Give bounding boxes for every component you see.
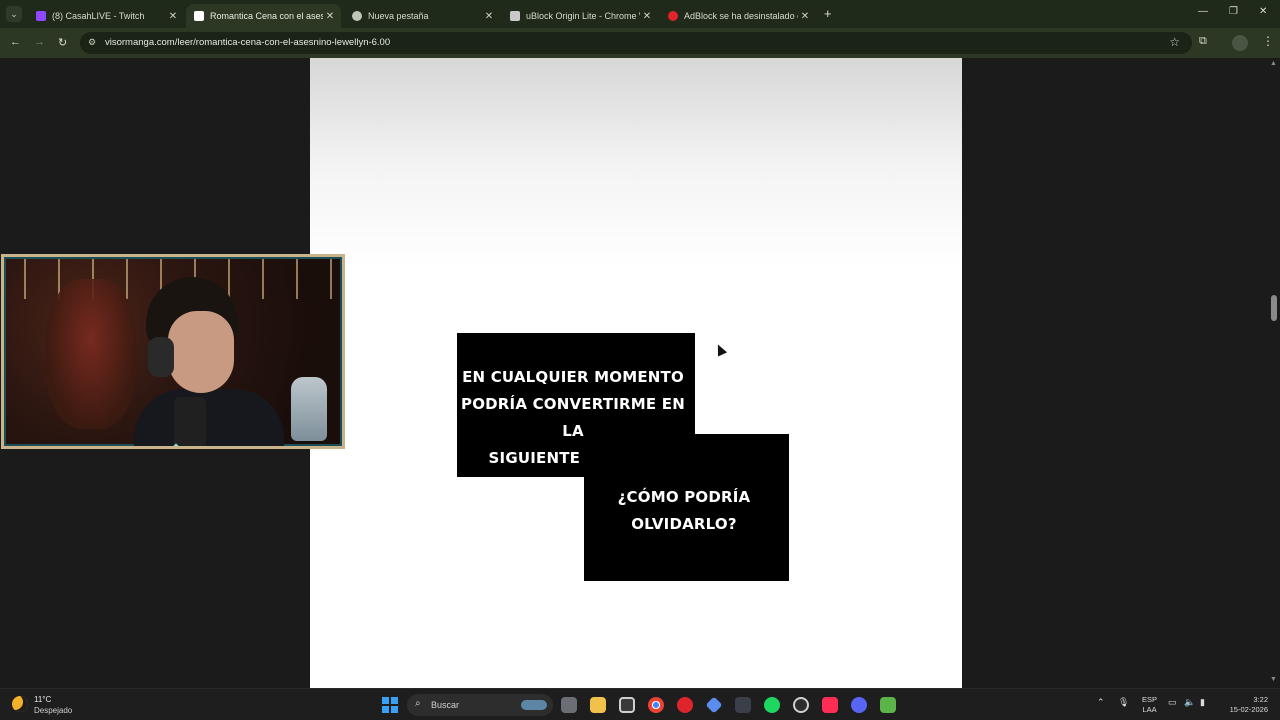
tab-strip: ⌄ (8) CasahLIVE - Twitch ✕ Romantica Cen… xyxy=(0,0,1280,28)
close-tab-icon[interactable]: ✕ xyxy=(640,11,654,22)
twitch-icon xyxy=(36,11,46,21)
clock-time: 3:22 xyxy=(1253,695,1268,704)
streamer-face xyxy=(168,311,234,393)
close-window-button[interactable]: ✕ xyxy=(1259,6,1267,17)
opera-icon[interactable] xyxy=(677,697,693,713)
site-favicon-icon xyxy=(194,11,204,21)
tab-title: (8) CasahLIVE - Twitch xyxy=(52,11,145,21)
url-text[interactable]: visormanga.com/leer/romantica-cena-con-e… xyxy=(105,37,390,48)
tab-search-button[interactable]: ⌄ xyxy=(6,6,22,22)
tab-new-tab[interactable]: Nueva pestaña ✕ xyxy=(344,4,500,28)
minimize-button[interactable]: — xyxy=(1198,6,1208,17)
extensions-puzzle-icon[interactable]: ⧉ xyxy=(1199,35,1207,48)
water-bottle xyxy=(291,377,327,441)
reload-button[interactable]: ↻ xyxy=(58,36,67,49)
tab-ublock[interactable]: uBlock Origin Lite - Chrome We ✕ xyxy=(502,4,658,28)
headset-icon xyxy=(148,337,174,377)
close-tab-icon[interactable]: ✕ xyxy=(798,11,812,22)
chrome-icon[interactable] xyxy=(648,697,664,713)
new-tab-button[interactable]: + xyxy=(824,6,832,21)
discord-icon[interactable] xyxy=(851,697,867,713)
language-code: ESP xyxy=(1142,695,1158,704)
clock-date: 15-02-2026 xyxy=(1229,705,1268,714)
code-icon[interactable] xyxy=(735,697,751,713)
close-tab-icon[interactable]: ✕ xyxy=(166,11,180,22)
forward-button[interactable]: → xyxy=(34,36,45,48)
task-view-icon[interactable] xyxy=(561,697,577,713)
search-icon: ⌕ xyxy=(415,698,421,709)
system-clock[interactable]: 3:22 15-02-2026 xyxy=(1222,695,1268,715)
keyboard-layout: LAA xyxy=(1142,705,1157,714)
tab-title: Nueva pestaña xyxy=(368,11,429,21)
start-button[interactable] xyxy=(382,697,398,713)
streamer-body xyxy=(134,389,284,446)
tab-title: AdBlock se ha desinstalado cor xyxy=(684,11,798,21)
microphone xyxy=(174,397,206,446)
scroll-up-icon[interactable]: ▲ xyxy=(1270,60,1277,67)
volume-icon[interactable]: 🔈 xyxy=(1184,697,1195,708)
webcam-overlay xyxy=(1,254,345,449)
site-info-icon[interactable]: ⚙ xyxy=(88,37,100,49)
weather-description[interactable]: Despejado xyxy=(34,706,72,715)
moon-icon[interactable] xyxy=(12,696,28,712)
webcam-scene xyxy=(6,259,340,446)
panel-2-text: ¿CÓMO PODRÍA OLVIDARLO? xyxy=(617,488,751,533)
tab-adblock[interactable]: AdBlock se ha desinstalado cor ✕ xyxy=(660,4,816,28)
chrome-icon xyxy=(352,11,362,21)
microphone-icon[interactable]: 🎙 xyxy=(1118,697,1129,708)
windows-taskbar: 11°C Despejado ⌕ Buscar ⌃ 🎙 ESP LAA ▭ 🔈 … xyxy=(0,688,1280,720)
network-icon[interactable]: ▭ xyxy=(1168,697,1177,708)
tab-twitch[interactable]: (8) CasahLIVE - Twitch ✕ xyxy=(28,4,184,28)
tab-title: uBlock Origin Lite - Chrome We xyxy=(526,11,640,21)
spotify-icon[interactable] xyxy=(764,697,780,713)
scrollbar-thumb[interactable] xyxy=(1271,295,1277,321)
address-bar[interactable]: ⚙ visormanga.com/leer/romantica-cena-con… xyxy=(80,32,1192,54)
tiktok-icon[interactable] xyxy=(822,697,838,713)
web-store-icon xyxy=(510,11,520,21)
page-scrollbar[interactable]: ▲ ▼ xyxy=(1268,58,1280,688)
speech-panel-2: ¿CÓMO PODRÍA OLVIDARLO? xyxy=(584,434,789,581)
bookmark-star-icon[interactable]: ☆ xyxy=(1169,35,1180,49)
close-tab-icon[interactable]: ✕ xyxy=(482,11,496,22)
restore-button[interactable]: ❐ xyxy=(1229,6,1238,17)
search-label: Buscar xyxy=(431,700,460,710)
browser-menu-icon[interactable]: ⋮ xyxy=(1262,34,1274,48)
back-button[interactable]: ← xyxy=(10,36,21,48)
tab-title: Romantica Cena con el asesnino xyxy=(210,11,323,21)
app-icon[interactable] xyxy=(705,696,723,714)
browser-toolbar: ← → ↻ ⚙ visormanga.com/leer/romantica-ce… xyxy=(0,28,1280,58)
file-explorer-icon[interactable] xyxy=(590,697,606,713)
steam-icon[interactable] xyxy=(793,697,809,713)
minecraft-icon[interactable] xyxy=(880,697,896,713)
scroll-down-icon[interactable]: ▼ xyxy=(1270,676,1277,683)
taskbar-search[interactable]: ⌕ Buscar xyxy=(407,694,553,716)
show-hidden-icons[interactable]: ⌃ xyxy=(1097,697,1105,708)
battery-icon[interactable]: ▮ xyxy=(1200,697,1205,708)
search-highlight-icon xyxy=(521,700,547,710)
close-tab-icon[interactable]: ✕ xyxy=(323,11,337,22)
weather-temperature[interactable]: 11°C xyxy=(34,695,51,704)
streamer xyxy=(134,277,284,446)
adblock-icon xyxy=(668,11,678,21)
profile-avatar[interactable] xyxy=(1232,35,1248,51)
store-icon[interactable] xyxy=(619,697,635,713)
language-indicator[interactable]: ESP LAA xyxy=(1142,695,1157,715)
tab-manga[interactable]: Romantica Cena con el asesnino ✕ xyxy=(186,4,341,28)
christmas-tree xyxy=(46,279,136,429)
